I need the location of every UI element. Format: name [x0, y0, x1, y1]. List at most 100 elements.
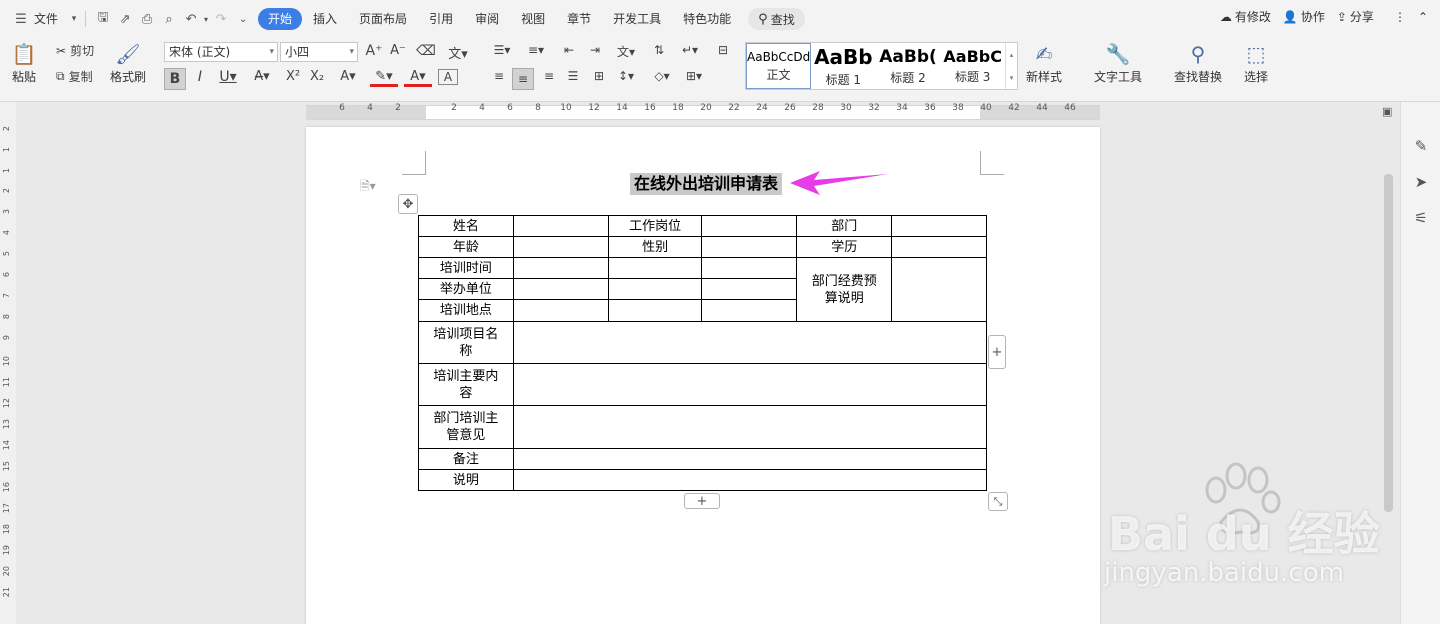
style-heading-2[interactable]: AaBb( 标题 2	[876, 43, 941, 89]
align-left-icon[interactable]: ≡	[488, 69, 510, 83]
vertical-ruler[interactable]: 2 1 1 2 3 4 5 6 7 8 9 10 11 12 13 14 15 16 17 18 19 20 21	[0, 102, 16, 624]
cell-position-value[interactable]	[701, 215, 798, 237]
export-icon[interactable]: ⇗	[114, 8, 136, 30]
pen-icon[interactable]: ✎	[1411, 136, 1431, 156]
cell-education-label[interactable]: 学历	[796, 236, 893, 258]
table-cell[interactable]	[512, 299, 609, 322]
sliders-icon[interactable]: ⚟	[1411, 208, 1431, 228]
cell-department-label[interactable]: 部门	[796, 215, 893, 237]
cell-education-value[interactable]	[891, 236, 987, 258]
table-cell[interactable]	[512, 278, 609, 300]
cell-main-content-value[interactable]	[512, 363, 988, 406]
new-style-button[interactable]: ✍ 新样式	[1026, 40, 1062, 85]
select-button[interactable]: ⬚ 选择	[1242, 40, 1270, 85]
cell-manager-opinion-value[interactable]	[512, 405, 988, 449]
document-title[interactable]: 在线外出培训申请表	[630, 173, 783, 195]
strikethrough-icon[interactable]: A̶▾	[248, 69, 276, 84]
cursor-icon[interactable]: ➤	[1411, 172, 1431, 192]
style-heading-3[interactable]: AaBbC 标题 3	[940, 43, 1005, 89]
share-button[interactable]: ⇪ 分享	[1337, 8, 1374, 25]
collapse-ribbon-icon[interactable]: ⌃	[1418, 10, 1428, 24]
table-cell[interactable]	[607, 278, 703, 300]
align-right-icon[interactable]: ≡	[538, 69, 560, 83]
decrease-indent-icon[interactable]: ⇤	[558, 43, 580, 57]
table-move-handle-icon[interactable]: ✥	[398, 194, 418, 214]
format-painter-button[interactable]: 🖌 格式刷	[110, 40, 146, 85]
chevron-down-icon[interactable]: ▾	[69, 8, 79, 30]
italic-icon[interactable]: I	[190, 69, 210, 85]
print-icon[interactable]: ⎙	[136, 8, 158, 30]
hamburger-menu-icon[interactable]: ☰	[10, 8, 32, 30]
tab-view[interactable]: 视图	[510, 8, 556, 30]
paragraph-marker-icon[interactable]: 🗎▾	[360, 177, 376, 198]
tab-special-features[interactable]: 特色功能	[672, 8, 742, 30]
cell-age-label[interactable]: 年龄	[418, 236, 514, 258]
superscript-icon[interactable]: X²	[282, 69, 304, 84]
chevron-down-icon[interactable]: ▾	[202, 8, 210, 30]
font-color-icon[interactable]: A▾	[404, 69, 432, 87]
bullet-list-icon[interactable]: ☰▾	[488, 43, 516, 57]
cut-button[interactable]: ✂ 剪切	[56, 42, 94, 59]
copy-button[interactable]: ⧉ 复制	[56, 68, 93, 85]
collaborate-button[interactable]: 👤 协作	[1283, 8, 1325, 25]
application-form-table[interactable]: 姓名 工作岗位 部门 年龄 性别 学历 培训时间 部门经费预算说明 举办单位 培…	[418, 215, 988, 491]
table-resize-icon[interactable]: ⤡	[988, 492, 1008, 511]
table-cell[interactable]	[512, 257, 609, 279]
table-cell[interactable]	[701, 278, 798, 300]
cell-project-name-label[interactable]: 培训项目名称	[418, 321, 514, 364]
style-heading-1[interactable]: AaBb 标题 1	[811, 43, 876, 89]
cell-budget-label[interactable]: 部门经费预算说明	[796, 257, 893, 322]
bold-icon[interactable]: B	[164, 68, 186, 90]
customize-qat-icon[interactable]: ⌄	[232, 8, 254, 30]
tab-references[interactable]: 引用	[418, 8, 464, 30]
borders-icon[interactable]: ⊞▾	[680, 69, 708, 83]
font-size-select[interactable]: 小四 ▾	[280, 42, 358, 62]
save-icon[interactable]: 🖫	[92, 8, 114, 30]
distribute-icon[interactable]: ⊞	[588, 69, 610, 83]
cell-notes-label[interactable]: 说明	[418, 469, 514, 491]
redo-icon[interactable]: ↷	[210, 8, 232, 30]
add-row-icon[interactable]: +	[684, 493, 720, 509]
underline-icon[interactable]: U▾	[214, 69, 242, 85]
cell-name-label[interactable]: 姓名	[418, 215, 514, 237]
tab-developer[interactable]: 开发工具	[602, 8, 672, 30]
cell-name-value[interactable]	[512, 215, 609, 237]
sort-icon[interactable]: ⇅	[648, 43, 670, 57]
style-normal[interactable]: AaBbCcDd 正文	[746, 43, 811, 89]
cell-remarks-label[interactable]: 备注	[418, 448, 514, 470]
subscript-icon[interactable]: X₂	[306, 69, 328, 84]
table-cell[interactable]	[701, 299, 798, 322]
document-page[interactable]: 🗎▾ 在线外出培训申请表 ✥ 姓名 工作岗位 部门 年龄 性别 学历 培训时间 …	[306, 127, 1100, 624]
vertical-scrollbar[interactable]	[1381, 124, 1395, 624]
undo-icon[interactable]: ↶	[180, 8, 202, 30]
cell-gender-label[interactable]: 性别	[607, 236, 703, 258]
horizontal-ruler[interactable]: 6 4 2 2 4 6 8 10 12 14 16 18 20 22 24 26 28 30 32 34 36 38 40 4…	[0, 102, 1400, 124]
file-menu[interactable]: 文件	[32, 8, 69, 30]
show-marks-icon[interactable]: ↵▾	[676, 43, 704, 57]
tab-chapter[interactable]: 章节	[556, 8, 602, 30]
chinese-layout-icon[interactable]: 文▾	[612, 43, 640, 60]
cell-training-time-label[interactable]: 培训时间	[418, 257, 514, 279]
tab-page-layout[interactable]: 页面布局	[348, 8, 418, 30]
cell-notes-value[interactable]	[512, 469, 988, 491]
cell-manager-opinion-label[interactable]: 部门培训主管意见	[418, 405, 514, 449]
add-column-icon[interactable]: +	[988, 335, 1006, 369]
char-border-icon[interactable]: A	[438, 69, 458, 85]
cell-main-content-label[interactable]: 培训主要内容	[418, 363, 514, 406]
search-box[interactable]: ⚲ 查找	[748, 8, 805, 30]
text-tools-button[interactable]: 🔧 文字工具	[1094, 40, 1142, 85]
cell-location-label[interactable]: 培训地点	[418, 299, 514, 322]
highlight-icon[interactable]: ✎▾	[370, 69, 398, 87]
line-spacing-icon[interactable]: ↕▾	[612, 69, 640, 83]
grow-font-icon[interactable]: A⁺	[364, 43, 384, 59]
find-replace-button[interactable]: ⚲ 查找替换	[1174, 40, 1222, 85]
table-cell[interactable]	[607, 299, 703, 322]
justify-icon[interactable]: ☰	[562, 69, 584, 83]
table-cell[interactable]	[607, 257, 703, 279]
numbered-list-icon[interactable]: ≡▾	[522, 43, 550, 57]
cell-department-value[interactable]	[891, 215, 987, 237]
cell-organizer-label[interactable]: 举办单位	[418, 278, 514, 300]
tab-stops-icon[interactable]: ⊟	[712, 43, 734, 57]
cell-gender-value[interactable]	[701, 236, 798, 258]
text-effect-icon[interactable]: A▾	[334, 69, 362, 84]
